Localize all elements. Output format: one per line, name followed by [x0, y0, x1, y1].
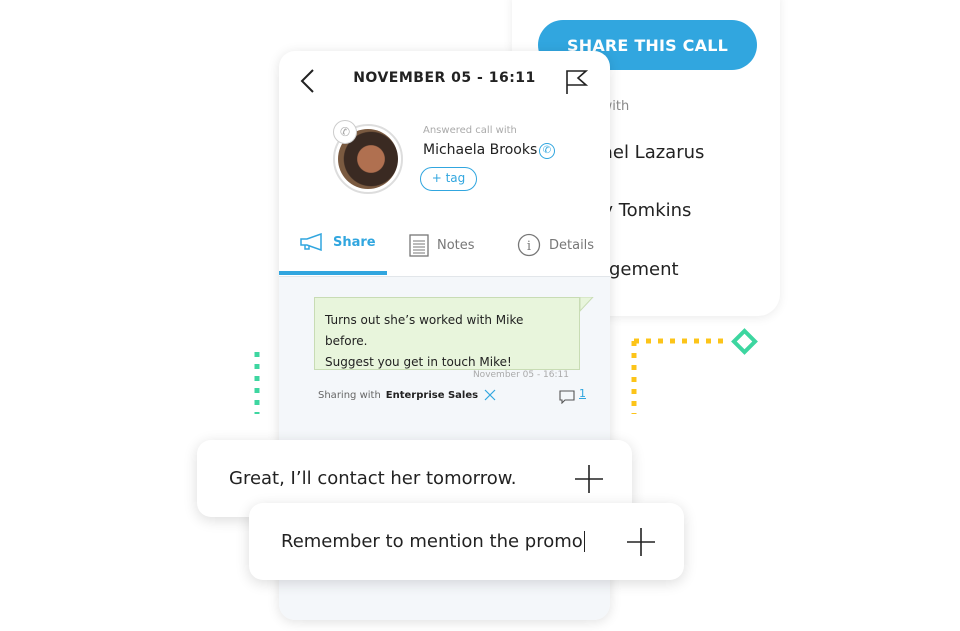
sharing-group: Enterprise Sales	[385, 389, 479, 401]
tab-notes[interactable]: Notes	[409, 233, 475, 257]
add-tag-button[interactable]: + tag	[420, 167, 477, 191]
sharing-info: Sharing with Enterprise Sales	[318, 388, 497, 402]
tab-label: Notes	[437, 237, 475, 253]
sharing-label: Sharing with	[318, 389, 381, 401]
tab-label: Share	[333, 234, 376, 250]
plus-icon[interactable]	[626, 527, 656, 557]
note-input-card[interactable]: Remember to mention the promo	[249, 503, 684, 580]
info-icon: i	[517, 233, 541, 257]
note-input[interactable]: Remember to mention the promo	[281, 531, 585, 552]
answered-label: Answered call with	[423, 125, 517, 136]
comment-icon[interactable]	[559, 390, 575, 404]
phone-icon[interactable]: ✆	[539, 143, 555, 159]
megaphone-icon	[300, 233, 322, 251]
comment-count[interactable]: 1	[579, 387, 586, 400]
message-bubble: Turns out she’s worked with Mike before.…	[314, 297, 580, 380]
call-datetime: NOVEMBER 05 - 16:11	[353, 70, 536, 86]
tab-label: Details	[549, 237, 595, 253]
flag-icon[interactable]	[565, 69, 589, 95]
tab-share[interactable]: Share	[299, 233, 376, 251]
contact-name: Michaela Brooks	[423, 142, 538, 158]
diamond-icon	[731, 328, 758, 355]
active-tab-indicator	[279, 271, 387, 275]
message-text: Turns out she’s worked with Mike before.	[325, 313, 524, 348]
incoming-call-icon: ✆	[333, 120, 357, 144]
plus-icon[interactable]	[574, 464, 604, 494]
close-icon[interactable]	[483, 388, 497, 402]
svg-text:i: i	[527, 239, 531, 254]
note-input[interactable]: Great, I’ll contact her tomorrow.	[229, 468, 517, 489]
tab-details[interactable]: i Details	[517, 233, 594, 257]
bubble-tail	[575, 297, 594, 313]
notepad-icon	[409, 234, 429, 257]
